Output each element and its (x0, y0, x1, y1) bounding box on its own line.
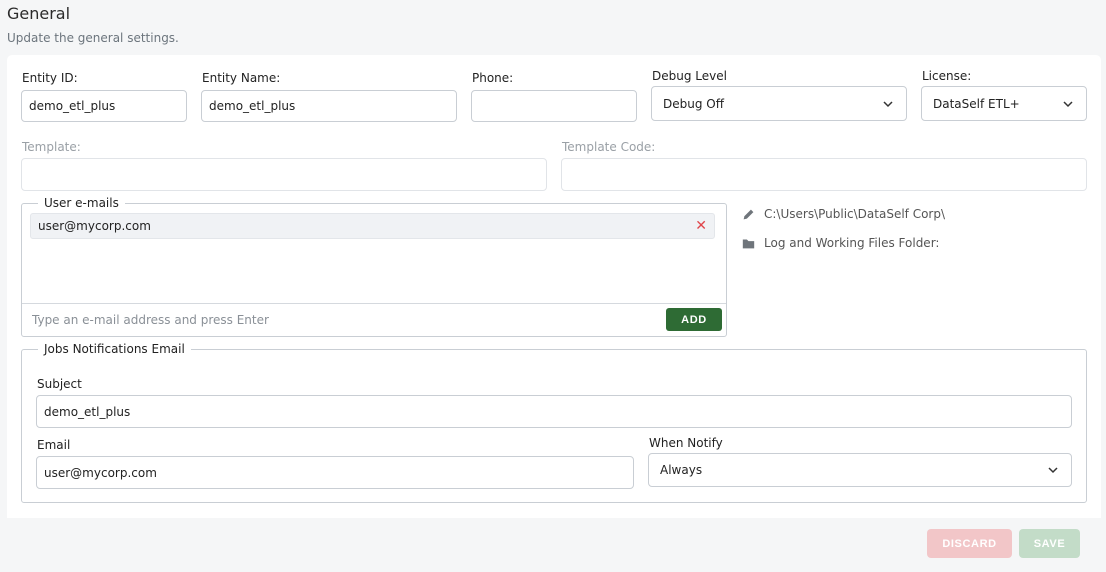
chevron-down-icon (883, 100, 893, 107)
subject-value: demo_etl_plus (44, 404, 131, 419)
notify-email-value: user@mycorp.com (44, 465, 157, 480)
debug-level-label: Debug Level (652, 69, 727, 83)
when-notify-select[interactable]: Always (648, 453, 1072, 487)
license-select[interactable]: DataSelf ETL+ (921, 86, 1087, 121)
email-chip: user@mycorp.com ✕ (30, 213, 715, 239)
notify-email-input[interactable]: user@mycorp.com (36, 456, 634, 489)
page-title: General (7, 4, 71, 23)
template-code-input[interactable] (561, 158, 1087, 191)
page-subtitle: Update the general settings. (7, 31, 179, 45)
subject-label: Subject (37, 377, 82, 391)
entity-id-label: Entity ID: (22, 71, 78, 85)
chevron-down-icon (1063, 100, 1073, 107)
template-input[interactable] (21, 158, 547, 191)
save-button[interactable]: SAVE (1019, 529, 1080, 558)
phone-input[interactable] (471, 90, 637, 122)
phone-label: Phone: (472, 71, 514, 85)
entity-name-label: Entity Name: (202, 71, 281, 85)
subject-input[interactable]: demo_etl_plus (36, 395, 1072, 428)
license-value: DataSelf ETL+ (933, 96, 1020, 111)
user-emails-legend: User e-mails (44, 196, 119, 210)
discard-button[interactable]: DISCARD (927, 529, 1012, 558)
folder-row: Log and Working Files Folder: (742, 236, 939, 250)
license-label: License: (922, 69, 972, 83)
email-label: Email (37, 438, 71, 452)
when-notify-value: Always (660, 463, 703, 477)
email-chip-label: user@mycorp.com (38, 219, 151, 233)
folder-icon (742, 238, 755, 248)
add-email-button[interactable]: ADD (666, 308, 722, 331)
entity-id-value: demo_etl_plus (29, 99, 116, 113)
folder-label: Log and Working Files Folder: (764, 236, 940, 250)
close-icon[interactable]: ✕ (695, 219, 707, 233)
debug-level-select[interactable]: Debug Off (651, 86, 907, 121)
entity-name-input[interactable]: demo_etl_plus (201, 90, 457, 122)
path-text: C:\Users\Public\DataSelf Corp\ (764, 207, 946, 221)
template-code-label: Template Code: (562, 140, 656, 154)
when-notify-label: When Notify (649, 436, 723, 450)
email-entry-input[interactable] (30, 312, 650, 328)
chevron-down-icon (1048, 467, 1058, 474)
path-row: C:\Users\Public\DataSelf Corp\ (742, 207, 945, 221)
debug-level-value: Debug Off (663, 96, 724, 111)
entity-name-value: demo_etl_plus (209, 99, 296, 113)
email-entry-bar (22, 303, 726, 336)
jobs-notifications-legend: Jobs Notifications Email (44, 342, 185, 356)
entity-id-input[interactable]: demo_etl_plus (21, 90, 187, 122)
template-label: Template: (22, 140, 81, 154)
pencil-icon[interactable] (742, 208, 755, 221)
